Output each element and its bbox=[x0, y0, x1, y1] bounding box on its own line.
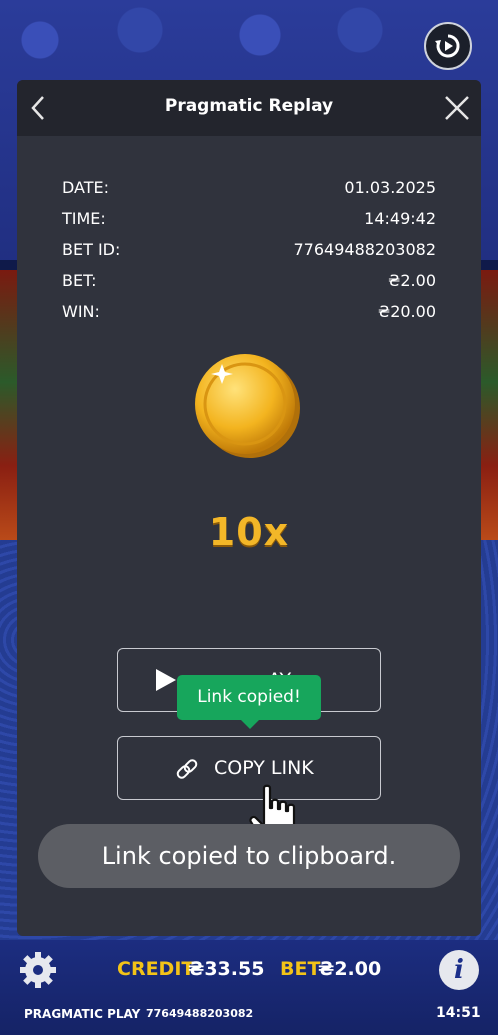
info-value: 77649488203082 bbox=[293, 240, 436, 259]
clipboard-toast: Link copied to clipboard. bbox=[38, 824, 460, 888]
gear-icon[interactable] bbox=[18, 950, 58, 990]
modal-title: Pragmatic Replay bbox=[164, 96, 334, 116]
copy-link-label: COPY LINK bbox=[214, 757, 314, 779]
footer-bet-id: 77649488203082 bbox=[146, 1007, 254, 1020]
credit-label: CREDIT bbox=[117, 958, 195, 980]
info-icon[interactable]: i bbox=[439, 950, 479, 990]
footer-brand: PRAGMATIC PLAY bbox=[24, 1007, 141, 1021]
info-label: DATE: bbox=[62, 178, 110, 197]
tooltip-arrow bbox=[241, 720, 259, 729]
info-row-time: TIME: 14:49:42 bbox=[62, 209, 436, 231]
bet-value: ₴2.00 bbox=[318, 958, 382, 980]
play-icon bbox=[156, 669, 176, 691]
info-label: TIME: bbox=[62, 209, 106, 228]
info-value: ₴20.00 bbox=[377, 302, 436, 321]
footer-time: 14:51 bbox=[436, 1005, 481, 1021]
info-label: BET: bbox=[62, 271, 97, 290]
credit-value: ₴33.55 bbox=[188, 958, 265, 980]
replay-icon bbox=[435, 34, 460, 58]
info-label: WIN: bbox=[62, 302, 100, 321]
link-icon bbox=[176, 759, 198, 779]
replay-button[interactable] bbox=[424, 22, 472, 70]
info-row-date: DATE: 01.03.2025 bbox=[62, 178, 436, 200]
win-multiplier: 10x bbox=[208, 510, 290, 554]
modal-header: Pragmatic Replay bbox=[17, 80, 481, 136]
info-value: ₴2.00 bbox=[387, 271, 436, 290]
bet-label: BET bbox=[280, 958, 321, 980]
info-row-bet: BET: ₴2.00 bbox=[62, 271, 436, 293]
info-label: BET ID: bbox=[62, 240, 121, 259]
reel-edge-left bbox=[0, 270, 18, 550]
info-value: 14:49:42 bbox=[364, 209, 436, 228]
link-copied-tooltip: Link copied! bbox=[177, 675, 321, 720]
info-row-win: WIN: ₴20.00 bbox=[62, 302, 436, 324]
info-value: 01.03.2025 bbox=[344, 178, 436, 197]
close-icon[interactable] bbox=[443, 94, 471, 122]
reel-edge-right bbox=[480, 270, 498, 550]
info-row-bet-id: BET ID: 77649488203082 bbox=[62, 240, 436, 262]
coin-icon bbox=[195, 354, 300, 458]
